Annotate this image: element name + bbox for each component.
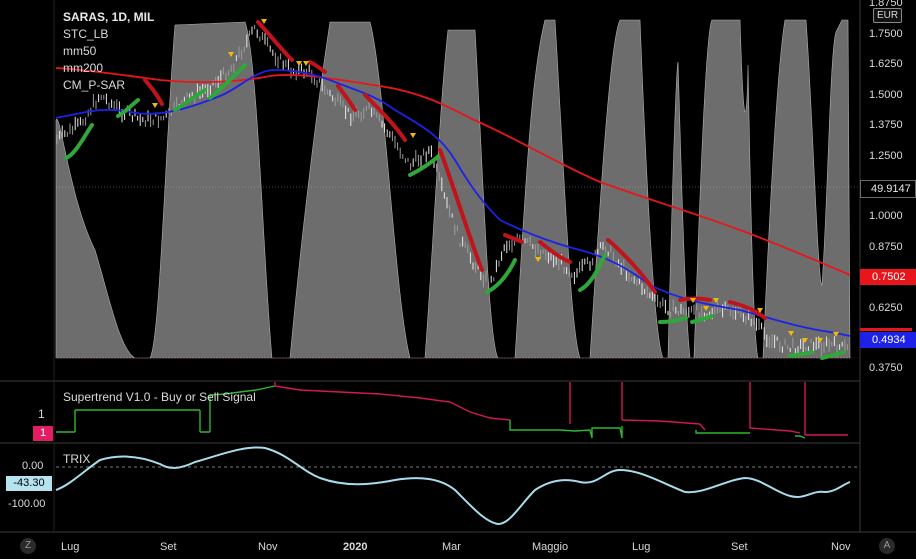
supertrend-tick: 1 [38,407,45,421]
time-tick: Maggio [532,541,569,553]
time-tick: Nov [831,541,851,553]
price-tick: 1.2500 [869,150,903,162]
trix-line [55,446,851,526]
time-tick: Mar [442,541,461,553]
chart-title: SARAS, 1D, MIL [63,10,155,24]
trix-value-badge: -43.30 [6,476,52,491]
time-tick: Lug [632,541,651,553]
mm200-value-marker: 0.7502 [860,269,916,285]
price-tick: 1.0000 [869,210,903,222]
indicator-psar-label[interactable]: CM_P-SAR [63,78,125,92]
zoom-reset-button[interactable]: Z [20,538,36,554]
indicator-mm50-label[interactable]: mm50 [63,44,96,58]
price-tick: 1.6250 [869,58,903,70]
trix-tick-minus100: -100.00 [8,498,46,510]
chart-canvas[interactable] [0,0,916,559]
price-tick: 1.5000 [869,89,903,101]
trix-tick-zero: 0.00 [22,460,44,472]
price-tick: 0.8750 [869,241,903,253]
mm50-value-marker: 0.4934 [860,332,916,348]
price-tick: 0.3750 [869,362,903,374]
time-tick: 2020 [343,541,368,553]
price-tick: 1.3750 [869,119,903,131]
time-tick: Lug [61,541,80,553]
auto-scale-button[interactable]: A [879,538,895,554]
trix-title[interactable]: TRIX [63,452,90,466]
time-tick: Set [731,541,748,553]
price-tick: 1.8750 [869,0,903,9]
currency-button[interactable]: EUR [873,8,903,23]
indicator-mm200-label[interactable]: mm200 [63,61,103,75]
time-tick: Nov [258,541,278,553]
time-tick: Set [160,541,177,553]
indicator-stc-label[interactable]: STC_LB [63,27,108,41]
mm50-marker-red-edge [860,328,912,331]
price-tick: 1.7500 [869,28,903,40]
price-tick: 0.6250 [869,302,903,314]
supertrend-badge: 1 [33,426,53,441]
supertrend-title[interactable]: Supertrend V1.0 - Buy or Sell Signal [63,390,256,404]
stc-value-marker: 49.9147 [860,180,916,198]
